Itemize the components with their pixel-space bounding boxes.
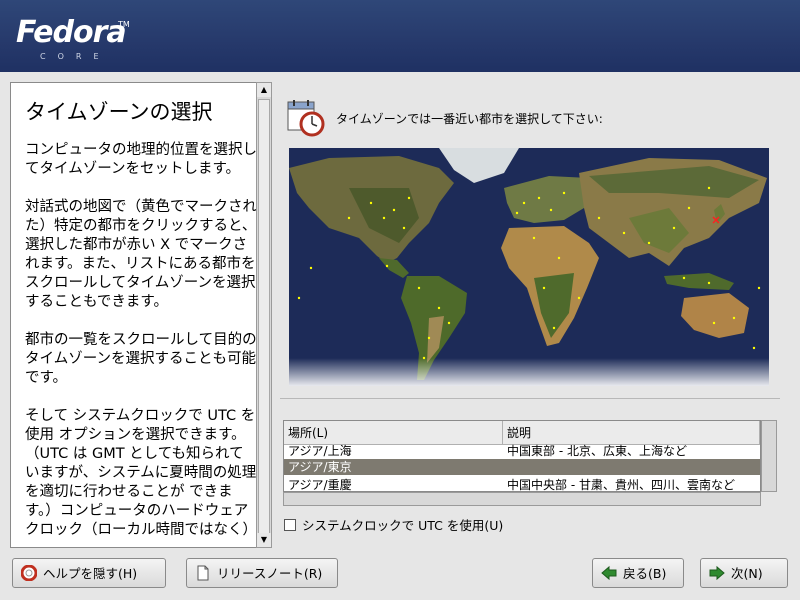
help-scrollbar[interactable]: ▲ ▼ <box>256 82 272 548</box>
location-cell: アジア/上海 <box>288 444 352 458</box>
hide-help-label: ヘルプを隠す(H) <box>43 566 138 581</box>
list-vertical-scrollbar[interactable] <box>761 420 777 492</box>
lifebuoy-icon <box>21 565 37 581</box>
help-scroll-thumb[interactable] <box>258 99 270 545</box>
column-header-location[interactable]: 場所(L) <box>284 421 503 445</box>
location-cell: アジア/重慶 <box>288 478 352 492</box>
utc-option[interactable]: システムクロックで UTC を使用(U) <box>284 515 503 534</box>
utc-checkbox-label[interactable]: システムクロックで UTC を使用(U) <box>302 518 503 533</box>
help-paragraph: 対話式の地図で（黄色でマークされた）特定の都市をクリックすると、選択した都市が赤… <box>25 199 257 310</box>
help-panel: タイムゾーンの選択 コンピュータの地理的位置を選択してタイムゾーンをセットします… <box>10 82 258 548</box>
document-icon <box>197 565 209 581</box>
release-notes-label: リリースノート(R) <box>217 566 323 581</box>
timezone-prompt: タイムゾーンでは一番近い都市を選択して下さい: <box>336 112 603 126</box>
back-arrow-icon <box>601 565 617 581</box>
help-paragraph: コンピュータの地理的位置を選択してタイムゾーンをセットします。 <box>25 142 257 177</box>
divider <box>280 398 780 399</box>
help-paragraph: 都市の一覧をスクロールして目的のタイムゾーンを選択することも可能です。 <box>25 332 257 386</box>
next-label: 次(N) <box>731 566 763 581</box>
back-button[interactable]: 戻る(B) <box>592 558 684 588</box>
world-map[interactable] <box>289 148 769 386</box>
clock-calendar-icon <box>287 100 325 137</box>
location-cell: アジア/東京 <box>288 460 352 474</box>
list-horizontal-scrollbar[interactable] <box>283 492 761 506</box>
help-title: タイムゾーンの選択 <box>25 100 213 124</box>
description-cell: 中国中央部 - 甘粛、貴州、四川、雲南など <box>507 478 735 492</box>
utc-checkbox[interactable] <box>284 519 296 531</box>
trademark-mark: TM <box>118 20 130 29</box>
scroll-down-arrow-icon[interactable]: ▼ <box>257 533 271 547</box>
next-button[interactable]: 次(N) <box>700 558 788 588</box>
table-row[interactable]: アジア/重慶 中国中央部 - 甘粛、貴州、四川、雲南など <box>284 477 760 492</box>
release-notes-button[interactable]: リリースノート(R) <box>186 558 338 588</box>
logo-subtitle: CORE <box>40 52 111 61</box>
help-text: コンピュータの地理的位置を選択してタイムゾーンをセットします。 対話式の地図で（… <box>25 141 257 547</box>
table-row-selected[interactable]: アジア/東京 <box>284 459 760 475</box>
fedora-logo: Fedora <box>16 15 127 50</box>
table-row[interactable]: アジア/上海 中国東部 - 北京、広東、上海など <box>284 443 760 459</box>
column-header-description[interactable]: 説明 <box>503 421 760 445</box>
timezone-list[interactable]: 場所(L) 説明 アジア/上海 中国東部 - 北京、広東、上海など アジア/東京… <box>283 420 761 492</box>
description-cell: 中国東部 - 北京、広東、上海など <box>507 444 687 458</box>
back-label: 戻る(B) <box>623 566 667 581</box>
hide-help-button[interactable]: ヘルプを隠す(H) <box>12 558 166 588</box>
forward-arrow-icon <box>709 565 725 581</box>
help-paragraph: そして システムクロックで UTC を使用 オプションを選択できます。（UTC … <box>25 408 257 538</box>
scroll-up-arrow-icon[interactable]: ▲ <box>257 83 271 97</box>
header-banner: Fedora TM CORE <box>0 0 800 72</box>
